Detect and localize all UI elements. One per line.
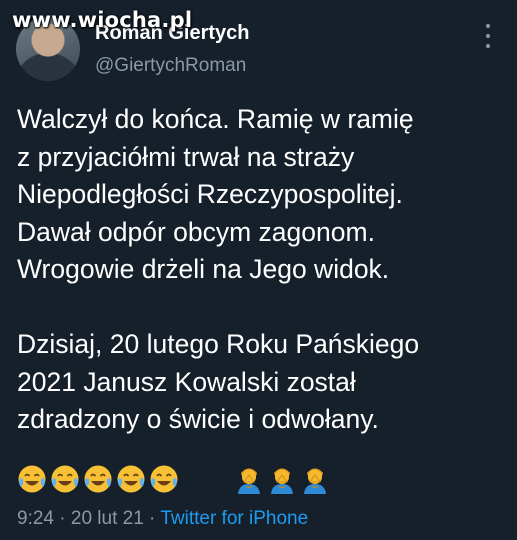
face-with-tears-of-joy-icon [116,464,146,494]
more-options-icon[interactable] [484,24,492,48]
tweet-line: Wrogowie drżeli na Jego widok. [17,254,390,284]
face-with-tears-of-joy-icon [149,464,179,494]
tweet-date[interactable]: 20 lut 21 [71,508,144,529]
tweet-text: Walczył do końca. Ramię w ramię z przyja… [17,101,507,439]
tweet-line: Dzisiaj, 20 lutego Roku Pańskiego [17,329,420,359]
man-facepalming-icon [234,464,264,494]
watermark-text: www.wiocha.pl [12,8,193,32]
face-with-tears-of-joy-icon [83,464,113,494]
face-with-tears-of-joy-icon [50,464,80,494]
meta-separator: · [143,508,161,529]
meta-separator: · [53,508,71,529]
tweet-source-link[interactable]: Twitter for iPhone [160,508,308,529]
tweet-meta: 9:24 · 20 lut 21 · Twitter for iPhone [17,508,308,530]
emoji-row [17,462,333,496]
tweet-line: 2021 Janusz Kowalski został [17,366,356,397]
tweet-line: Niepodległości Rzeczypospolitej. [17,179,403,209]
man-facepalming-icon [267,464,297,494]
tweet-line: Dawał odpór obcym zagonom. [17,216,375,247]
tweet-line: z przyjaciółmi trwał na straży [17,141,355,172]
tweet-time[interactable]: 9:24 [17,508,54,529]
tweet-line: Walczył do końca. Ramię w ramię [17,104,414,134]
man-facepalming-icon [300,464,330,494]
tweet-line: zdradzony o świcie i odwołany. [17,404,379,434]
author-handle[interactable]: @GiertychRoman [95,55,246,77]
face-with-tears-of-joy-icon [17,464,47,494]
